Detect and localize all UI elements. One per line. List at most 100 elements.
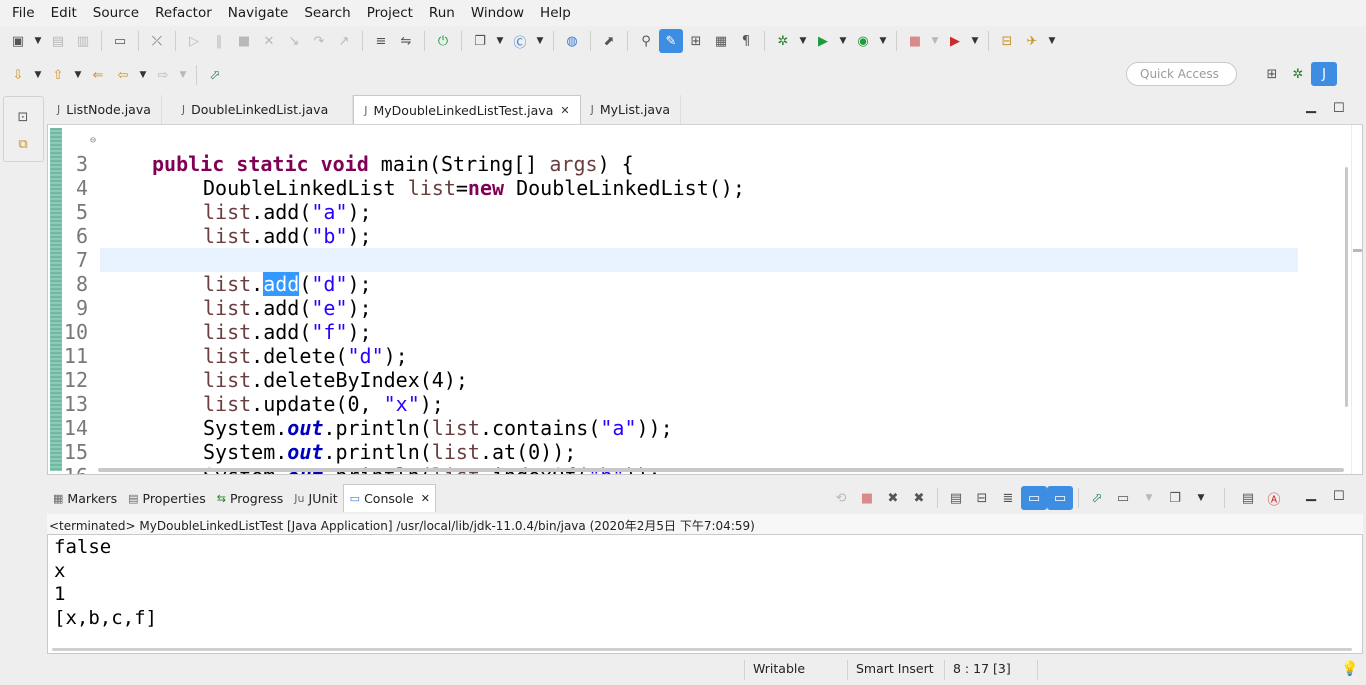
use-step-filters-icon[interactable]: ⇋: [394, 29, 418, 53]
code-line[interactable]: 16System.out.println(list.indexOf("b"));: [62, 440, 1298, 474]
minimize-icon[interactable]: ▁: [1306, 487, 1316, 502]
open-console-dropdown-icon[interactable]: ▼: [1188, 486, 1214, 510]
open-console-icon[interactable]: ▭: [108, 29, 132, 53]
tab-markers[interactable]: ▦ Markers: [47, 484, 122, 512]
code-line[interactable]: 14 System.out.println(list.contains("a"))…: [62, 392, 1298, 440]
editor-horizontal-scrollbar[interactable]: [98, 468, 1344, 472]
show-on-stderr-icon[interactable]: ▭: [1047, 486, 1073, 510]
debug-perspective-icon[interactable]: ✲: [1285, 62, 1311, 86]
mark-occurrences-icon[interactable]: ✎: [659, 29, 683, 53]
menu-file[interactable]: File: [4, 5, 43, 21]
step-into-icon[interactable]: ↘: [282, 29, 306, 53]
last-edit-location-icon[interactable]: ⇐: [86, 63, 110, 87]
clear-console-icon[interactable]: ▤: [943, 486, 969, 510]
package-explorer-icon[interactable]: ⧉: [11, 132, 35, 156]
run-icon[interactable]: ▶: [811, 29, 835, 53]
next-annotation-icon[interactable]: ⇩: [6, 63, 30, 87]
disconnect-icon[interactable]: ✕: [257, 29, 281, 53]
close-icon[interactable]: ✕: [560, 104, 569, 117]
menu-navigate[interactable]: Navigate: [220, 5, 297, 21]
tab-console[interactable]: ▭ Console ✕: [342, 484, 436, 512]
previous-annotation-dropdown-icon[interactable]: ▼: [71, 63, 85, 87]
lightbulb-icon[interactable]: 💡: [1341, 661, 1358, 677]
menu-source[interactable]: Source: [85, 5, 147, 21]
menu-run[interactable]: Run: [421, 5, 463, 21]
debug-icon[interactable]: ✲: [771, 29, 795, 53]
tab-properties[interactable]: ▤ Properties: [122, 484, 211, 512]
overview-ruler[interactable]: [1351, 125, 1362, 474]
maximize-icon[interactable]: ☐: [1333, 489, 1345, 504]
save-icon[interactable]: ▤: [46, 29, 70, 53]
menu-project[interactable]: Project: [359, 5, 421, 21]
word-wrap-icon[interactable]: ▦: [709, 29, 733, 53]
open-type-icon[interactable]: ⬈: [597, 29, 621, 53]
word-wrap-icon[interactable]: ≣: [995, 486, 1021, 510]
console-output[interactable]: false x 1 [x,b,c,f]: [47, 534, 1363, 654]
suspend-icon[interactable]: ‖: [207, 29, 231, 53]
menu-refactor[interactable]: Refactor: [147, 5, 220, 21]
open-perspective-icon[interactable]: ⊞: [1259, 62, 1285, 86]
code-line[interactable]: 13 list.update(0, "x");: [62, 368, 1298, 416]
launch-dropdown-icon[interactable]: ▼: [1045, 29, 1059, 53]
new-java-project-dropdown-icon[interactable]: ▼: [493, 29, 507, 53]
status-cursor-position[interactable]: 8 : 17 [3]: [953, 661, 1011, 676]
code-line[interactable]: 12 list.deleteByIndex(4);: [62, 344, 1298, 392]
code-line[interactable]: 5 list.add("a");: [62, 176, 1298, 224]
new-java-project-icon[interactable]: ❐: [468, 29, 492, 53]
current-code-line[interactable]: 8 list.add("d");: [76, 248, 1298, 296]
new-icon[interactable]: ▣: [6, 29, 30, 53]
stop-icon[interactable]: ■: [903, 29, 927, 53]
stop-dropdown-icon[interactable]: ▼: [928, 29, 942, 53]
scroll-lock-icon[interactable]: ⊟: [969, 486, 995, 510]
console-horizontal-scrollbar[interactable]: [52, 648, 1352, 651]
code-line[interactable]: 4 DoubleLinkedList list=new DoubleLinkedL…: [62, 152, 1298, 200]
step-return-icon[interactable]: ↗: [332, 29, 356, 53]
coverage-view-icon[interactable]: Ⓐ: [1261, 486, 1287, 510]
skip-breakpoints-icon[interactable]: ⤫: [145, 29, 169, 53]
coverage-icon[interactable]: ◉: [851, 29, 875, 53]
menu-edit[interactable]: Edit: [43, 5, 85, 21]
display-console-dropdown-icon[interactable]: ▼: [1136, 486, 1162, 510]
back-dropdown-icon[interactable]: ▼: [136, 63, 150, 87]
globe-icon[interactable]: ◍: [560, 29, 584, 53]
menu-window[interactable]: Window: [463, 5, 532, 21]
menu-search[interactable]: Search: [296, 5, 358, 21]
run-dropdown-icon[interactable]: ▼: [836, 29, 850, 53]
code-editor[interactable]: 3 ⊖ public static void main(String[] args)…: [47, 125, 1363, 475]
back-icon[interactable]: ⇦: [111, 63, 135, 87]
save-all-icon[interactable]: ▥: [71, 29, 95, 53]
restore-icon[interactable]: ⊡: [11, 105, 35, 129]
android-icon[interactable]: ⏻: [431, 29, 455, 53]
external-tools-dropdown-icon[interactable]: ▼: [968, 29, 982, 53]
forward-dropdown-icon[interactable]: ▼: [176, 63, 190, 87]
tab-mydoublelinkedlisttest[interactable]: J MyDoubleLinkedListTest.java ✕: [353, 95, 581, 124]
menu-help[interactable]: Help: [532, 5, 579, 21]
java-perspective-icon[interactable]: J: [1311, 62, 1337, 86]
code-line[interactable]: 11 list.delete("d");: [62, 320, 1298, 368]
coverage-dropdown-icon[interactable]: ▼: [876, 29, 890, 53]
tab-progress[interactable]: ⇆ Progress: [211, 484, 289, 512]
tab-listnode[interactable]: J ListNode.java: [47, 95, 162, 124]
previous-annotation-icon[interactable]: ⇧: [46, 63, 70, 87]
tab-junit[interactable]: Ju JUnit: [288, 484, 342, 512]
code-line[interactable]: 10 list.add("f");: [62, 296, 1298, 344]
pin-editor-icon[interactable]: ⬀: [203, 63, 227, 87]
display-console-icon[interactable]: ▭: [1110, 486, 1136, 510]
minimize-icon[interactable]: ▁: [1306, 99, 1316, 114]
code-line[interactable]: 15 System.out.println(list.at(0));: [62, 416, 1298, 464]
occurrence-marker[interactable]: [1353, 249, 1362, 252]
editor-vertical-scrollbar[interactable]: [1345, 167, 1348, 407]
open-console-icon[interactable]: ❐: [1162, 486, 1188, 510]
new-java-class-dropdown-icon[interactable]: ▼: [533, 29, 547, 53]
code-line[interactable]: 7list.add("c");: [62, 224, 1298, 272]
quick-access-field[interactable]: Quick Access: [1126, 62, 1237, 86]
open-folder-icon[interactable]: ⊟: [995, 29, 1019, 53]
terminate-icon[interactable]: ■: [232, 29, 256, 53]
pin-console-icon[interactable]: ⬀: [1084, 486, 1110, 510]
debug-dropdown-icon[interactable]: ▼: [796, 29, 810, 53]
resume-icon[interactable]: ▷: [182, 29, 206, 53]
terminate-icon[interactable]: ■: [854, 486, 880, 510]
status-insert-mode[interactable]: Smart Insert: [856, 661, 934, 676]
show-whitespace-icon[interactable]: ¶: [734, 29, 758, 53]
tab-doublelinkedlist[interactable]: J DoubleLinkedList.java: [162, 95, 354, 124]
